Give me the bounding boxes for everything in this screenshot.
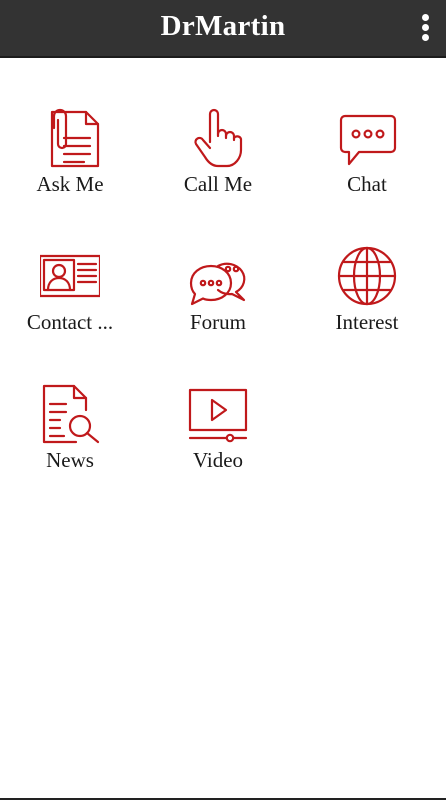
menu-item-label: Chat [347, 172, 387, 196]
hand-pointer-icon [188, 108, 248, 168]
id-card-icon [40, 246, 100, 306]
menu-item-ask-me[interactable]: Ask Me [0, 108, 145, 218]
video-player-icon [188, 384, 248, 444]
app-title: DrMartin [160, 10, 286, 42]
menu-item-call-me[interactable]: Call Me [143, 108, 293, 218]
document-clip-icon [40, 108, 100, 168]
menu-item-label: Call Me [183, 172, 253, 196]
forum-bubbles-icon [188, 246, 248, 306]
menu-item-forum[interactable]: Forum [143, 246, 293, 356]
menu-item-label: Forum [189, 310, 246, 334]
menu-item-label: Contact ... [26, 310, 114, 334]
app-screen: DrMartin Ask Me Call Me Chat Contact ...… [0, 0, 446, 800]
menu-item-label: Ask Me [36, 172, 104, 196]
globe-icon [337, 246, 397, 306]
more-vert-icon[interactable] [420, 14, 432, 42]
menu-item-chat[interactable]: Chat [292, 108, 442, 218]
menu-item-label: Interest [335, 310, 399, 334]
menu-item-label: Video [192, 448, 244, 472]
menu-item-video[interactable]: Video [143, 384, 293, 494]
menu-item-news[interactable]: News [0, 384, 145, 494]
document-search-icon [40, 384, 100, 444]
menu-dot [422, 24, 429, 31]
menu-item-contact[interactable]: Contact ... [0, 246, 145, 356]
menu-dot [422, 34, 429, 41]
menu-item-label: News [46, 448, 94, 472]
menu-item-interest[interactable]: Interest [292, 246, 442, 356]
app-header: DrMartin [0, 0, 446, 58]
menu-dot [422, 14, 429, 21]
chat-bubble-icon [337, 108, 397, 168]
